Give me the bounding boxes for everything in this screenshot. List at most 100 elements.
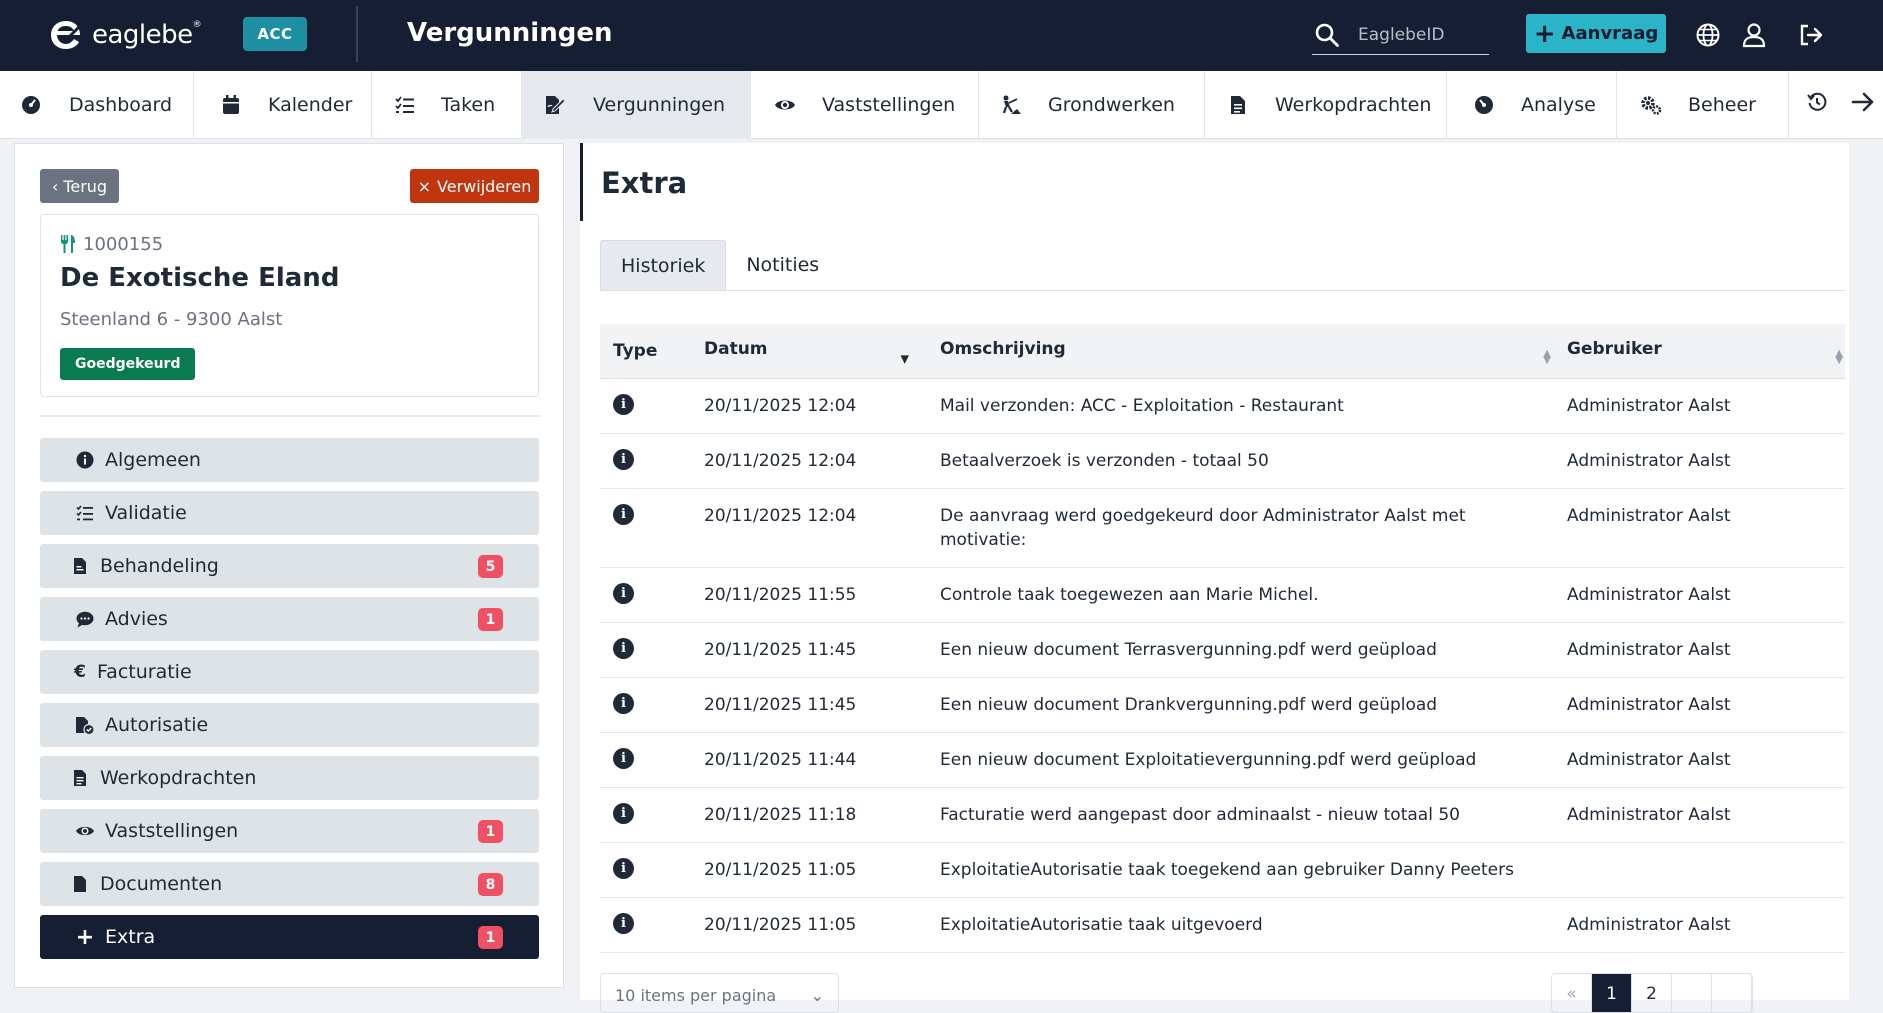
menu-item-advies[interactable]: Advies 1 [40, 597, 539, 641]
history-icon[interactable] [1807, 92, 1827, 117]
menu-item-documenten[interactable]: Documenten 8 [40, 862, 539, 906]
nav-label: Analyse [1521, 94, 1596, 116]
menu-label: Algemeen [105, 449, 201, 471]
page-size-select[interactable]: 10 items per pagina ⌄ [600, 973, 839, 1013]
nav-label: Taken [441, 94, 496, 116]
menu-item-vaststellingen[interactable]: Vaststellingen 1 [40, 809, 539, 853]
description-cell: Facturatie werd aangepast door adminaals… [940, 805, 1460, 825]
menu-item-facturatie[interactable]: € Facturatie [40, 650, 539, 694]
nav-item-beheer[interactable]: Beheer [1617, 71, 1789, 139]
logout-icon[interactable] [1796, 20, 1826, 50]
pagination-last[interactable] [1712, 974, 1752, 1012]
user-cell [1567, 843, 1845, 897]
menu-label: Documenten [100, 873, 223, 895]
count-badge: 1 [478, 608, 503, 631]
count-badge: 1 [478, 820, 503, 843]
sort-icon[interactable]: ▲ ▼ [1543, 349, 1551, 366]
chevron-down-icon: ⌄ [810, 986, 824, 1005]
search-icon[interactable] [1314, 22, 1340, 48]
section-title: Extra [601, 166, 688, 200]
pagination-page[interactable]: 2 [1632, 974, 1672, 1012]
nav-item-grondwerken[interactable]: Grondwerken [979, 71, 1205, 139]
menu-item-autorisatie[interactable]: Autorisatie [40, 703, 539, 747]
nav-item-dashboard[interactable]: Dashboard [0, 71, 194, 139]
permit-icon [544, 94, 566, 116]
description-cell: Een nieuw document Drankvergunning.pdf w… [940, 695, 1438, 715]
menu-item-behandeling[interactable]: Behandeling 5 [40, 544, 539, 588]
info-icon: i [613, 449, 634, 470]
menu-item-validatie[interactable]: Validatie [40, 491, 539, 535]
plus-icon: + [1533, 18, 1556, 49]
table-row: i 20/11/2025 12:04 Mail verzonden: ACC -… [600, 379, 1845, 434]
top-bar: eaglebe® ACC Vergunningen + Aanvraag [0, 0, 1883, 71]
type-cell: i [600, 489, 703, 567]
tab-historiek[interactable]: Historiek [600, 240, 727, 290]
main-navigation: Dashboard Kalender Taken Vergunningen Va… [0, 71, 1883, 139]
search-input[interactable] [1358, 25, 1478, 45]
section-menu: Algemeen Validatie Behandeling 5 Advies … [40, 438, 539, 968]
tab-notities[interactable]: Notities [726, 240, 839, 290]
type-cell: i [600, 733, 703, 787]
date-cell: 20/11/2025 11:05 [704, 860, 857, 880]
nav-item-vaststellingen[interactable]: Vaststellingen [751, 71, 979, 139]
nav-item-taken[interactable]: Taken [372, 71, 522, 139]
pagination-prev[interactable]: « [1552, 974, 1592, 1012]
menu-label: Autorisatie [105, 714, 209, 736]
menu-item-extra[interactable]: + Extra 1 [40, 915, 539, 959]
date-cell: 20/11/2025 11:55 [704, 585, 857, 605]
description-cell: ExploitatieAutorisatie taak uitgevoerd [940, 915, 1263, 935]
dashboard-icon [20, 94, 42, 116]
nav-item-analyse[interactable]: Analyse [1447, 71, 1617, 139]
delete-label: Verwijderen [437, 176, 532, 196]
sort-desc-icon[interactable]: ▼ [901, 353, 909, 366]
new-request-button[interactable]: + Aanvraag [1526, 14, 1666, 53]
sort-icon[interactable]: ▲ ▼ [1835, 349, 1843, 366]
back-button[interactable]: ‹ Terug [40, 169, 119, 203]
pagination-page[interactable]: 1 [1592, 974, 1632, 1012]
type-cell: i [600, 379, 703, 433]
logo[interactable]: eaglebe® [48, 16, 202, 54]
new-request-label: Aanvraag [1561, 23, 1659, 44]
calendar-icon [220, 94, 242, 116]
type-cell: i [600, 623, 703, 677]
restaurant-icon [61, 235, 75, 253]
column-header-omschrijving[interactable]: Omschrijving ▲ ▼ [940, 339, 1567, 366]
arrow-right-icon[interactable] [1851, 92, 1875, 117]
nav-item-vergunningen[interactable]: Vergunningen [522, 71, 751, 139]
chevron-left-icon: ‹ [51, 176, 59, 196]
permit-sidebar: ‹ Terug × Verwijderen 1000155 De Exotisc… [14, 143, 564, 988]
table-row: i 20/11/2025 11:44 Een nieuw document Ex… [600, 733, 1845, 788]
column-header-gebruiker[interactable]: Gebruiker ▲ ▼ [1567, 339, 1845, 366]
nav-item-werkopdrachten[interactable]: Werkopdrachten [1205, 71, 1447, 139]
tab-bar: Historiek Notities [600, 240, 1845, 291]
nav-item-kalender[interactable]: Kalender [194, 71, 372, 139]
delete-button[interactable]: × Verwijderen [410, 169, 539, 203]
date-cell: 20/11/2025 11:44 [704, 750, 857, 770]
establishment-address: Steenland 6 - 9300 Aalst [60, 309, 283, 330]
menu-label: Extra [105, 926, 156, 948]
menu-item-algemeen[interactable]: Algemeen [40, 438, 539, 482]
info-icon: i [613, 693, 634, 714]
description-cell: ExploitatieAutorisatie taak toegekend aa… [940, 860, 1514, 880]
file-icon [70, 556, 90, 576]
tasks-icon [394, 94, 416, 116]
eye-icon [774, 94, 796, 116]
info-icon [75, 450, 95, 470]
title-accent [580, 143, 583, 221]
close-icon: × [417, 176, 432, 196]
menu-label: Advies [105, 608, 168, 630]
establishment-name: De Exotische Eland [60, 263, 340, 293]
globe-icon[interactable] [1693, 20, 1723, 50]
column-header-datum[interactable]: Datum ▼ [703, 339, 940, 366]
establishment-id: 1000155 [83, 233, 164, 255]
pagination-next[interactable] [1672, 974, 1712, 1012]
pagination: « 1 2 [1551, 973, 1753, 1013]
info-icon: i [613, 504, 634, 525]
date-cell: 20/11/2025 11:18 [704, 805, 857, 825]
info-icon: i [613, 394, 634, 415]
table-row: i 20/11/2025 11:45 Een nieuw document Dr… [600, 678, 1845, 733]
user-icon[interactable] [1739, 20, 1769, 50]
file-check-icon [75, 715, 95, 735]
comment-icon [75, 609, 95, 629]
menu-item-werkopdrachten[interactable]: Werkopdrachten [40, 756, 539, 800]
